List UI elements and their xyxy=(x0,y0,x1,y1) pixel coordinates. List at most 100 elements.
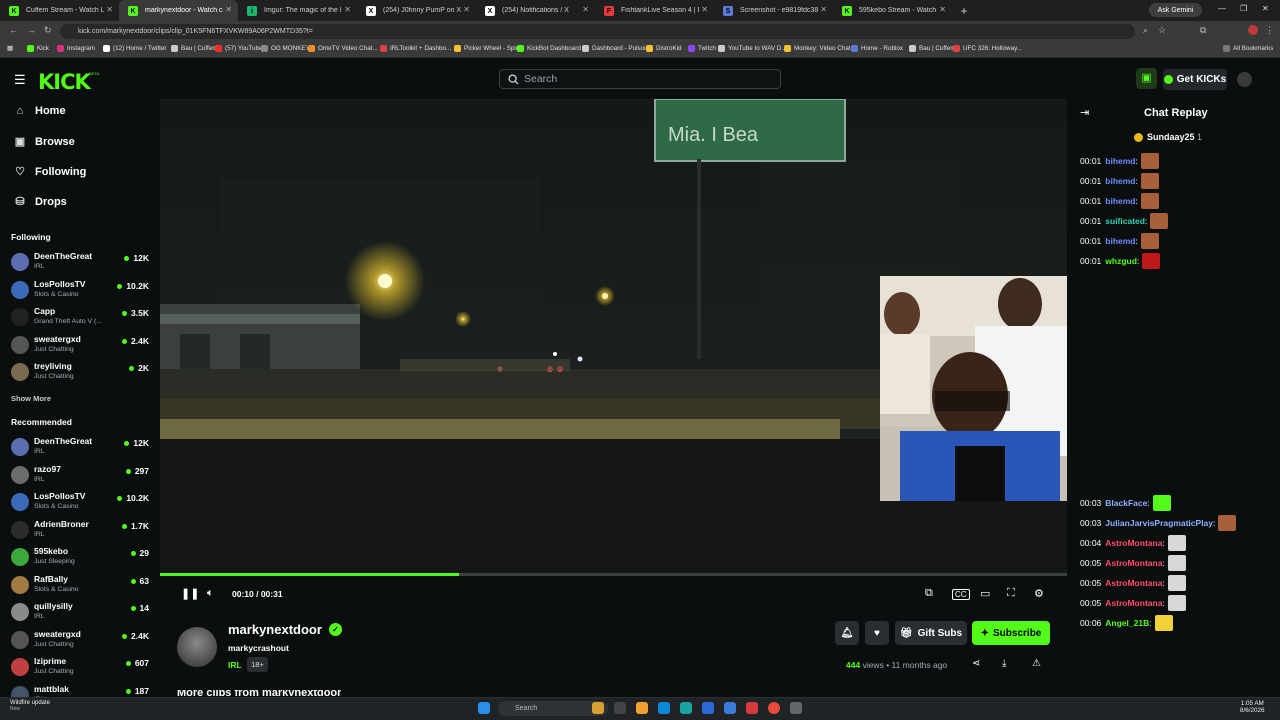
volume-icon[interactable]: 🔈︎ xyxy=(207,587,214,600)
store-icon[interactable] xyxy=(702,702,714,714)
channel-item[interactable]: razo97 IRL 297 xyxy=(11,464,153,488)
close-tab-icon[interactable]: ✕ xyxy=(463,5,470,14)
forward-icon[interactable]: → xyxy=(27,25,36,35)
bookmark-item[interactable]: IRLToolkit + Dashbo... xyxy=(380,45,451,52)
chat-username[interactable]: bihemd xyxy=(1105,196,1135,206)
bookmark-item[interactable]: Dashboard - Pulsoid xyxy=(582,45,649,52)
bookmark-item[interactable]: Instagram xyxy=(57,45,95,52)
close-window-icon[interactable]: ✕ xyxy=(1262,4,1269,13)
task-view-icon[interactable] xyxy=(614,702,626,714)
channel-name[interactable]: markynextdoor ✓ xyxy=(228,622,342,637)
browser-tab[interactable]: K 595kebo Stream - Watch Live o✕ xyxy=(833,0,952,21)
nav-drops[interactable]: ⛁ Drops xyxy=(14,195,66,209)
maximize-icon[interactable]: ❐ xyxy=(1240,4,1247,13)
get-kicks-button[interactable]: Get KICKs xyxy=(1163,69,1227,90)
bookmark-item[interactable]: Monkey: Video Chat... xyxy=(784,45,856,52)
channel-item[interactable]: DeenTheGreat IRL 12K xyxy=(11,436,153,460)
nav-browse[interactable]: ▣ Browse xyxy=(14,135,75,149)
channel-item[interactable]: AdrienBroner IRL 1.7K xyxy=(11,519,153,543)
nav-home[interactable]: ⌂ Home xyxy=(14,105,66,117)
minimize-icon[interactable]: — xyxy=(1218,4,1226,13)
category-link[interactable]: IRL xyxy=(228,660,242,670)
bookmark-item[interactable]: Picker Wheel - Spin... xyxy=(454,45,525,52)
bookmark-item[interactable]: OG MONKEY xyxy=(261,45,310,52)
channel-item[interactable]: LosPollosTV Slots & Casino 10.2K xyxy=(11,279,153,303)
chat-username[interactable]: bihemd xyxy=(1105,156,1135,166)
bookmark-item[interactable]: Kick xyxy=(27,45,49,52)
subscribe-button[interactable]: ✦ Subscribe xyxy=(972,621,1050,645)
user-avatar[interactable] xyxy=(1237,72,1252,87)
theater-mode-icon[interactable]: ▭ xyxy=(980,587,990,600)
kick-logo[interactable]: KICK xyxy=(38,70,91,94)
widget-icon[interactable] xyxy=(592,702,604,714)
chat-username[interactable]: whzgud xyxy=(1105,256,1137,266)
share-icon[interactable]: ⋖ xyxy=(972,658,980,669)
edge-icon[interactable] xyxy=(680,702,692,714)
chat-username[interactable]: suificated xyxy=(1105,216,1145,226)
bookmark-item[interactable]: KickBot Dashboard xyxy=(517,45,581,52)
browser-tab[interactable]: S Screenshot - e9819fdc3891bcd✕ xyxy=(714,0,833,21)
apps-icon[interactable]: ▦ xyxy=(7,45,13,52)
settings-icon[interactable]: ⚙ xyxy=(1034,587,1044,600)
all-bookmarks[interactable]: All Bookmarks xyxy=(1223,45,1273,52)
close-tab-icon[interactable]: ✕ xyxy=(939,5,946,14)
bookmark-item[interactable]: UFC 326: Holloway... xyxy=(953,45,1022,52)
channel-item[interactable]: quillysilly IRL 14 xyxy=(11,601,153,625)
weather-notification[interactable]: Wildfire update Now xyxy=(10,700,50,712)
menu-icon[interactable]: ⋮ xyxy=(1265,25,1274,36)
bookmark-item[interactable]: (57) YouTube xyxy=(215,45,263,52)
chat-username[interactable]: bihemd xyxy=(1105,236,1135,246)
channel-item[interactable]: 595kebo Just Sleeping 29 xyxy=(11,546,153,570)
channel-item[interactable]: treyliving Just Chatting 2K xyxy=(11,361,153,385)
bookmark-item[interactable]: (12) Home / Twitter xyxy=(103,45,166,52)
app-icon[interactable] xyxy=(724,702,736,714)
profile-avatar[interactable] xyxy=(1248,25,1258,35)
chat-username[interactable]: bihemd xyxy=(1105,176,1135,186)
follow-button[interactable]: ♥ xyxy=(865,621,889,645)
notification-bell-button[interactable]: 🔔︎ xyxy=(835,621,859,645)
bookmark-item[interactable]: DistroKid xyxy=(646,45,682,52)
url-field[interactable]: kick.com/markynextdoor/clips/clip_01K5FN… xyxy=(60,24,1135,39)
chat-username[interactable]: Angel_21B xyxy=(1105,618,1149,628)
bookmark-item[interactable]: Twitch xyxy=(688,45,716,52)
new-tab-icon[interactable]: + xyxy=(956,3,972,19)
channel-item[interactable]: RafBally Slots & Casino 63 xyxy=(11,574,153,598)
bookmark-item[interactable]: YouTube to WAV D... xyxy=(718,45,787,52)
stream-icon[interactable]: ▣ xyxy=(1136,68,1157,89)
bookmark-star-icon[interactable]: ☆ xyxy=(1158,25,1166,36)
channel-avatar[interactable] xyxy=(177,627,217,667)
chat-username[interactable]: AstroMontana xyxy=(1105,538,1162,548)
close-tab-icon[interactable]: ✕ xyxy=(225,5,232,14)
bookmark-item[interactable]: Bau | Cuffem xyxy=(909,45,956,52)
extensions-icon[interactable]: ⧉ xyxy=(1200,25,1206,36)
chat-username[interactable]: JulianJarvisPragmaticPlay xyxy=(1105,518,1213,528)
browser-tab[interactable]: Kmarkynextdoor - Watch clip ✕ xyxy=(119,0,238,21)
close-tab-icon[interactable]: ✕ xyxy=(106,5,113,14)
gift-subs-button[interactable]: 🎁︎ Gift Subs xyxy=(895,621,967,645)
miniplayer-icon[interactable]: ⧉ xyxy=(925,587,933,600)
ask-gemini-button[interactable]: Ask Gemini xyxy=(1149,3,1202,17)
bookmark-item[interactable]: OmeTV Video Chat... xyxy=(308,45,378,52)
back-icon[interactable]: ← xyxy=(9,25,18,35)
report-icon[interactable]: ⚠ xyxy=(1032,658,1041,669)
channel-item[interactable]: lziprime Just Chatting 607 xyxy=(11,656,153,680)
start-icon[interactable] xyxy=(478,702,490,714)
bookmark-item[interactable]: Home - Roblox xyxy=(851,45,903,52)
close-tab-icon[interactable]: ✕ xyxy=(701,5,708,14)
browser-tab[interactable]: i Imgur: The magic of the Interne✕ xyxy=(238,0,357,21)
mail-icon[interactable] xyxy=(658,702,670,714)
collapse-chat-icon[interactable]: ⇥ xyxy=(1080,106,1089,119)
browser-tab[interactable]: F FishtankLive Season 4 | Freddy✕ xyxy=(595,0,714,21)
close-tab-icon[interactable]: ✕ xyxy=(344,5,351,14)
channel-item[interactable]: Capp Grand Theft Auto V (... 3.5K xyxy=(11,306,153,330)
game-icon[interactable] xyxy=(746,702,758,714)
chat-username[interactable]: AstroMontana xyxy=(1105,598,1162,608)
browser-tab[interactable]: X (254) Notifications / X ✕ xyxy=(476,0,595,21)
chat-username[interactable]: AstroMontana xyxy=(1105,558,1162,568)
chrome-icon[interactable] xyxy=(768,702,780,714)
zoom-icon[interactable]: ⌕ xyxy=(1143,25,1148,36)
captions-icon[interactable]: CC xyxy=(952,589,970,600)
browser-tab[interactable]: K Cuffem Stream - Watch Live on✕ xyxy=(0,0,119,21)
close-tab-icon[interactable]: ✕ xyxy=(582,5,589,14)
channel-item[interactable]: DeenTheGreat IRL 12K xyxy=(11,251,153,275)
